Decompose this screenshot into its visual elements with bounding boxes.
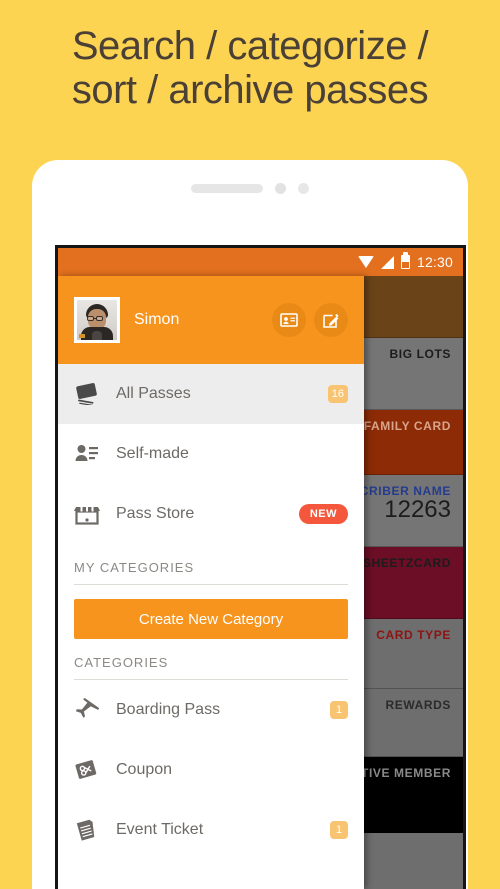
sidebar-item-pass-store[interactable]: Pass Store NEW — [58, 484, 364, 544]
create-new-category-button[interactable]: Create New Category — [74, 599, 348, 639]
status-badge: 16 — [327, 385, 348, 403]
page-title: Search / categorize / sort / archive pas… — [0, 24, 500, 112]
divider — [74, 584, 348, 585]
camera-dot-icon — [275, 183, 286, 194]
profile-name: Simon — [134, 311, 180, 328]
my-categories-section: MY CATEGORIES — [58, 544, 364, 585]
wifi-icon — [357, 256, 374, 268]
categories-section: CATEGORIES — [58, 639, 364, 680]
navigation-drawer: Simon All Passes 16 Self-made Pass Store… — [58, 276, 364, 889]
contact-card-button[interactable] — [272, 303, 306, 337]
status-bar-clock: 12:30 — [416, 254, 453, 270]
signal-icon — [380, 255, 394, 269]
new-badge: NEW — [298, 504, 348, 524]
sidebar-item-self-made[interactable]: Self-made — [58, 424, 364, 484]
sidebar-item-label: Pass Store — [116, 505, 195, 522]
coupon-scissors-icon — [74, 758, 108, 782]
passes-icon — [74, 383, 108, 405]
page-title-line-1: Search / categorize / — [71, 24, 429, 68]
status-bar: 12:30 — [58, 248, 463, 276]
ticket-icon — [74, 818, 108, 842]
phone-screen: 12:30 BIG LOTS A FAMILY CARD SCRIBER NAM… — [55, 245, 466, 889]
device-top-sensors — [32, 183, 468, 194]
airplane-icon — [74, 698, 108, 722]
status-badge: 1 — [330, 821, 348, 839]
sidebar-item-label: Boarding Pass — [116, 701, 221, 718]
create-new-category-label: Create New Category — [138, 610, 284, 628]
page-title-line-2: sort / archive passes — [71, 68, 429, 112]
sidebar-item-label: Event Ticket — [116, 821, 204, 838]
sidebar-item-all-passes[interactable]: All Passes 16 — [58, 364, 364, 424]
speaker-grille — [191, 184, 263, 193]
my-categories-title: MY CATEGORIES — [74, 560, 195, 575]
categories-title: CATEGORIES — [74, 655, 169, 670]
edit-profile-button[interactable] — [314, 303, 348, 337]
sidebar-item-label: Coupon — [116, 761, 173, 778]
sensor-dot-icon — [298, 183, 309, 194]
status-badge: 1 — [330, 701, 348, 719]
battery-icon — [400, 252, 410, 269]
store-icon — [74, 503, 108, 525]
drawer-profile-header: Simon — [58, 276, 364, 364]
sidebar-item-coupon[interactable]: Coupon — [58, 740, 364, 800]
avatar[interactable] — [74, 297, 120, 343]
sidebar-item-label: Self-made — [116, 445, 189, 462]
contact-card-icon — [280, 313, 298, 327]
sidebar-item-event-ticket[interactable]: Event Ticket 1 — [58, 800, 364, 860]
sidebar-item-boarding-pass[interactable]: Boarding Pass 1 — [58, 680, 364, 740]
person-list-icon — [74, 443, 108, 465]
edit-icon — [322, 311, 340, 329]
device-mockup: 12:30 BIG LOTS A FAMILY CARD SCRIBER NAM… — [32, 160, 468, 889]
sidebar-item-label: All Passes — [116, 385, 191, 402]
